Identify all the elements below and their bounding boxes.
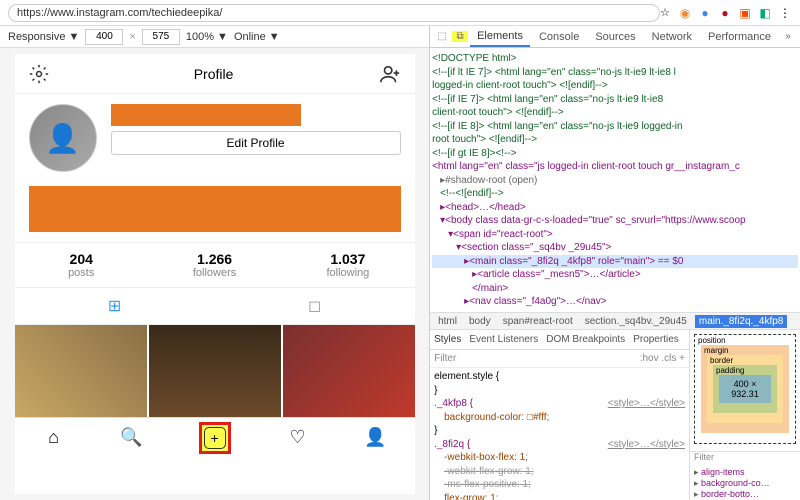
computed-properties[interactable]: ▸ align-items ▸ background-co… ▸ border-… bbox=[690, 467, 800, 500]
username-redacted bbox=[111, 104, 301, 126]
subtab-dombreak[interactable]: DOM Breakpoints bbox=[546, 334, 625, 345]
subtab-styles[interactable]: Styles bbox=[434, 334, 461, 345]
profile-icon[interactable]: 👤 bbox=[365, 427, 387, 449]
create-post-highlighted[interactable]: + bbox=[199, 422, 231, 454]
device-selector[interactable]: Responsive ▼ bbox=[8, 31, 79, 43]
grid-photo[interactable] bbox=[283, 325, 415, 417]
devtools-tabs: ⬚ ⧉ Elements Console Sources Network Per… bbox=[430, 26, 800, 48]
styles-rules[interactable]: element.style { } ._4kfp8 {<style>…</sty… bbox=[430, 368, 689, 500]
styles-filter-row: Filter :hov .cls + bbox=[430, 350, 689, 368]
home-icon[interactable]: ⌂ bbox=[43, 427, 65, 449]
emulated-viewport: Profile 👤 Edit Profile 204posts 1.266fol… bbox=[15, 54, 415, 494]
dom-tree[interactable]: <!DOCTYPE html> <!--[if lt IE 7]> <html … bbox=[430, 48, 800, 312]
more-tabs-icon[interactable]: » bbox=[780, 31, 796, 42]
selected-dom-node: ▸<main class="_8fi2q _4kfp8" role="main"… bbox=[432, 255, 798, 269]
devtools-panel: ⬚ ⧉ Elements Console Sources Network Per… bbox=[429, 26, 800, 500]
photo-grid bbox=[15, 325, 415, 417]
styles-panel: Styles Event Listeners DOM Breakpoints P… bbox=[430, 330, 690, 500]
device-toggle-icon[interactable]: ⧉ bbox=[452, 31, 468, 42]
extension-icons: ◉ ● ● ▣ ◧ ⋮ bbox=[678, 6, 792, 20]
inspect-icon[interactable]: ⬚ bbox=[434, 31, 450, 42]
url-input[interactable]: https://www.instagram.com/techiedeepika/ bbox=[8, 4, 660, 22]
browser-address-bar: https://www.instagram.com/techiedeepika/… bbox=[0, 0, 800, 26]
tab-performance[interactable]: Performance bbox=[701, 28, 778, 46]
tab-elements[interactable]: Elements bbox=[470, 27, 530, 47]
discover-people-icon[interactable] bbox=[379, 63, 401, 85]
ext-icon[interactable]: ▣ bbox=[738, 6, 752, 20]
ext-icon[interactable]: ● bbox=[718, 6, 732, 20]
dimension-separator: × bbox=[129, 31, 135, 43]
device-emulation-panel: Responsive ▼ × 100% ▼ Online ▼ Profile 👤… bbox=[0, 26, 429, 500]
profile-info: 👤 Edit Profile bbox=[15, 94, 415, 182]
filter-input[interactable]: Filter bbox=[434, 353, 456, 364]
followers-stat[interactable]: 1.266followers bbox=[148, 251, 281, 279]
subtab-listeners[interactable]: Event Listeners bbox=[469, 334, 538, 345]
edit-profile-button[interactable]: Edit Profile bbox=[111, 131, 401, 155]
grid-photo[interactable] bbox=[149, 325, 281, 417]
tab-network[interactable]: Network bbox=[645, 28, 699, 46]
tab-sources[interactable]: Sources bbox=[588, 28, 642, 46]
activity-heart-icon[interactable]: ♡ bbox=[287, 427, 309, 449]
box-model: position margin border padding 400 × 932… bbox=[690, 330, 800, 451]
width-input[interactable] bbox=[85, 29, 123, 45]
view-toggle: ⊞ ◻ bbox=[15, 288, 415, 325]
subtab-props[interactable]: Properties bbox=[633, 334, 679, 345]
create-post-icon: + bbox=[204, 427, 226, 449]
menu-icon[interactable]: ⋮ bbox=[778, 6, 792, 20]
tab-console[interactable]: Console bbox=[532, 28, 586, 46]
bottom-navigation: ⌂ 🔍 + ♡ 👤 bbox=[15, 417, 415, 457]
height-input[interactable] bbox=[142, 29, 180, 45]
profile-stats: 204posts 1.266followers 1.037following bbox=[15, 242, 415, 288]
search-icon[interactable]: 🔍 bbox=[121, 427, 143, 449]
ext-icon[interactable]: ● bbox=[698, 6, 712, 20]
page-title: Profile bbox=[194, 66, 234, 82]
box-dimensions: 400 × 932.31 bbox=[719, 375, 771, 403]
ext-icon[interactable]: ◧ bbox=[758, 6, 772, 20]
posts-stat[interactable]: 204posts bbox=[15, 251, 148, 279]
following-stat[interactable]: 1.037following bbox=[281, 251, 414, 279]
tagged-view-icon[interactable]: ◻ bbox=[308, 296, 321, 316]
device-toolbar: Responsive ▼ × 100% ▼ Online ▼ bbox=[0, 26, 429, 48]
hov-cls-toggle[interactable]: :hov .cls + bbox=[640, 353, 685, 364]
zoom-selector[interactable]: 100% ▼ bbox=[186, 31, 228, 43]
settings-gear-icon[interactable] bbox=[29, 64, 49, 84]
computed-panel: position margin border padding 400 × 932… bbox=[690, 330, 800, 500]
computed-filter[interactable]: Filter bbox=[690, 451, 800, 467]
network-selector[interactable]: Online ▼ bbox=[234, 31, 280, 43]
bookmark-star-icon[interactable]: ☆ bbox=[660, 6, 670, 19]
ext-icon[interactable]: ◉ bbox=[678, 6, 692, 20]
profile-avatar[interactable]: 👤 bbox=[29, 104, 97, 172]
grid-photo[interactable] bbox=[15, 325, 147, 417]
dom-breadcrumb[interactable]: html body span#react-root section._sq4bv… bbox=[430, 312, 800, 330]
bio-redacted bbox=[29, 186, 401, 232]
styles-subtabs: Styles Event Listeners DOM Breakpoints P… bbox=[430, 330, 689, 350]
grid-view-icon[interactable]: ⊞ bbox=[108, 296, 121, 316]
profile-header: Profile bbox=[15, 54, 415, 94]
